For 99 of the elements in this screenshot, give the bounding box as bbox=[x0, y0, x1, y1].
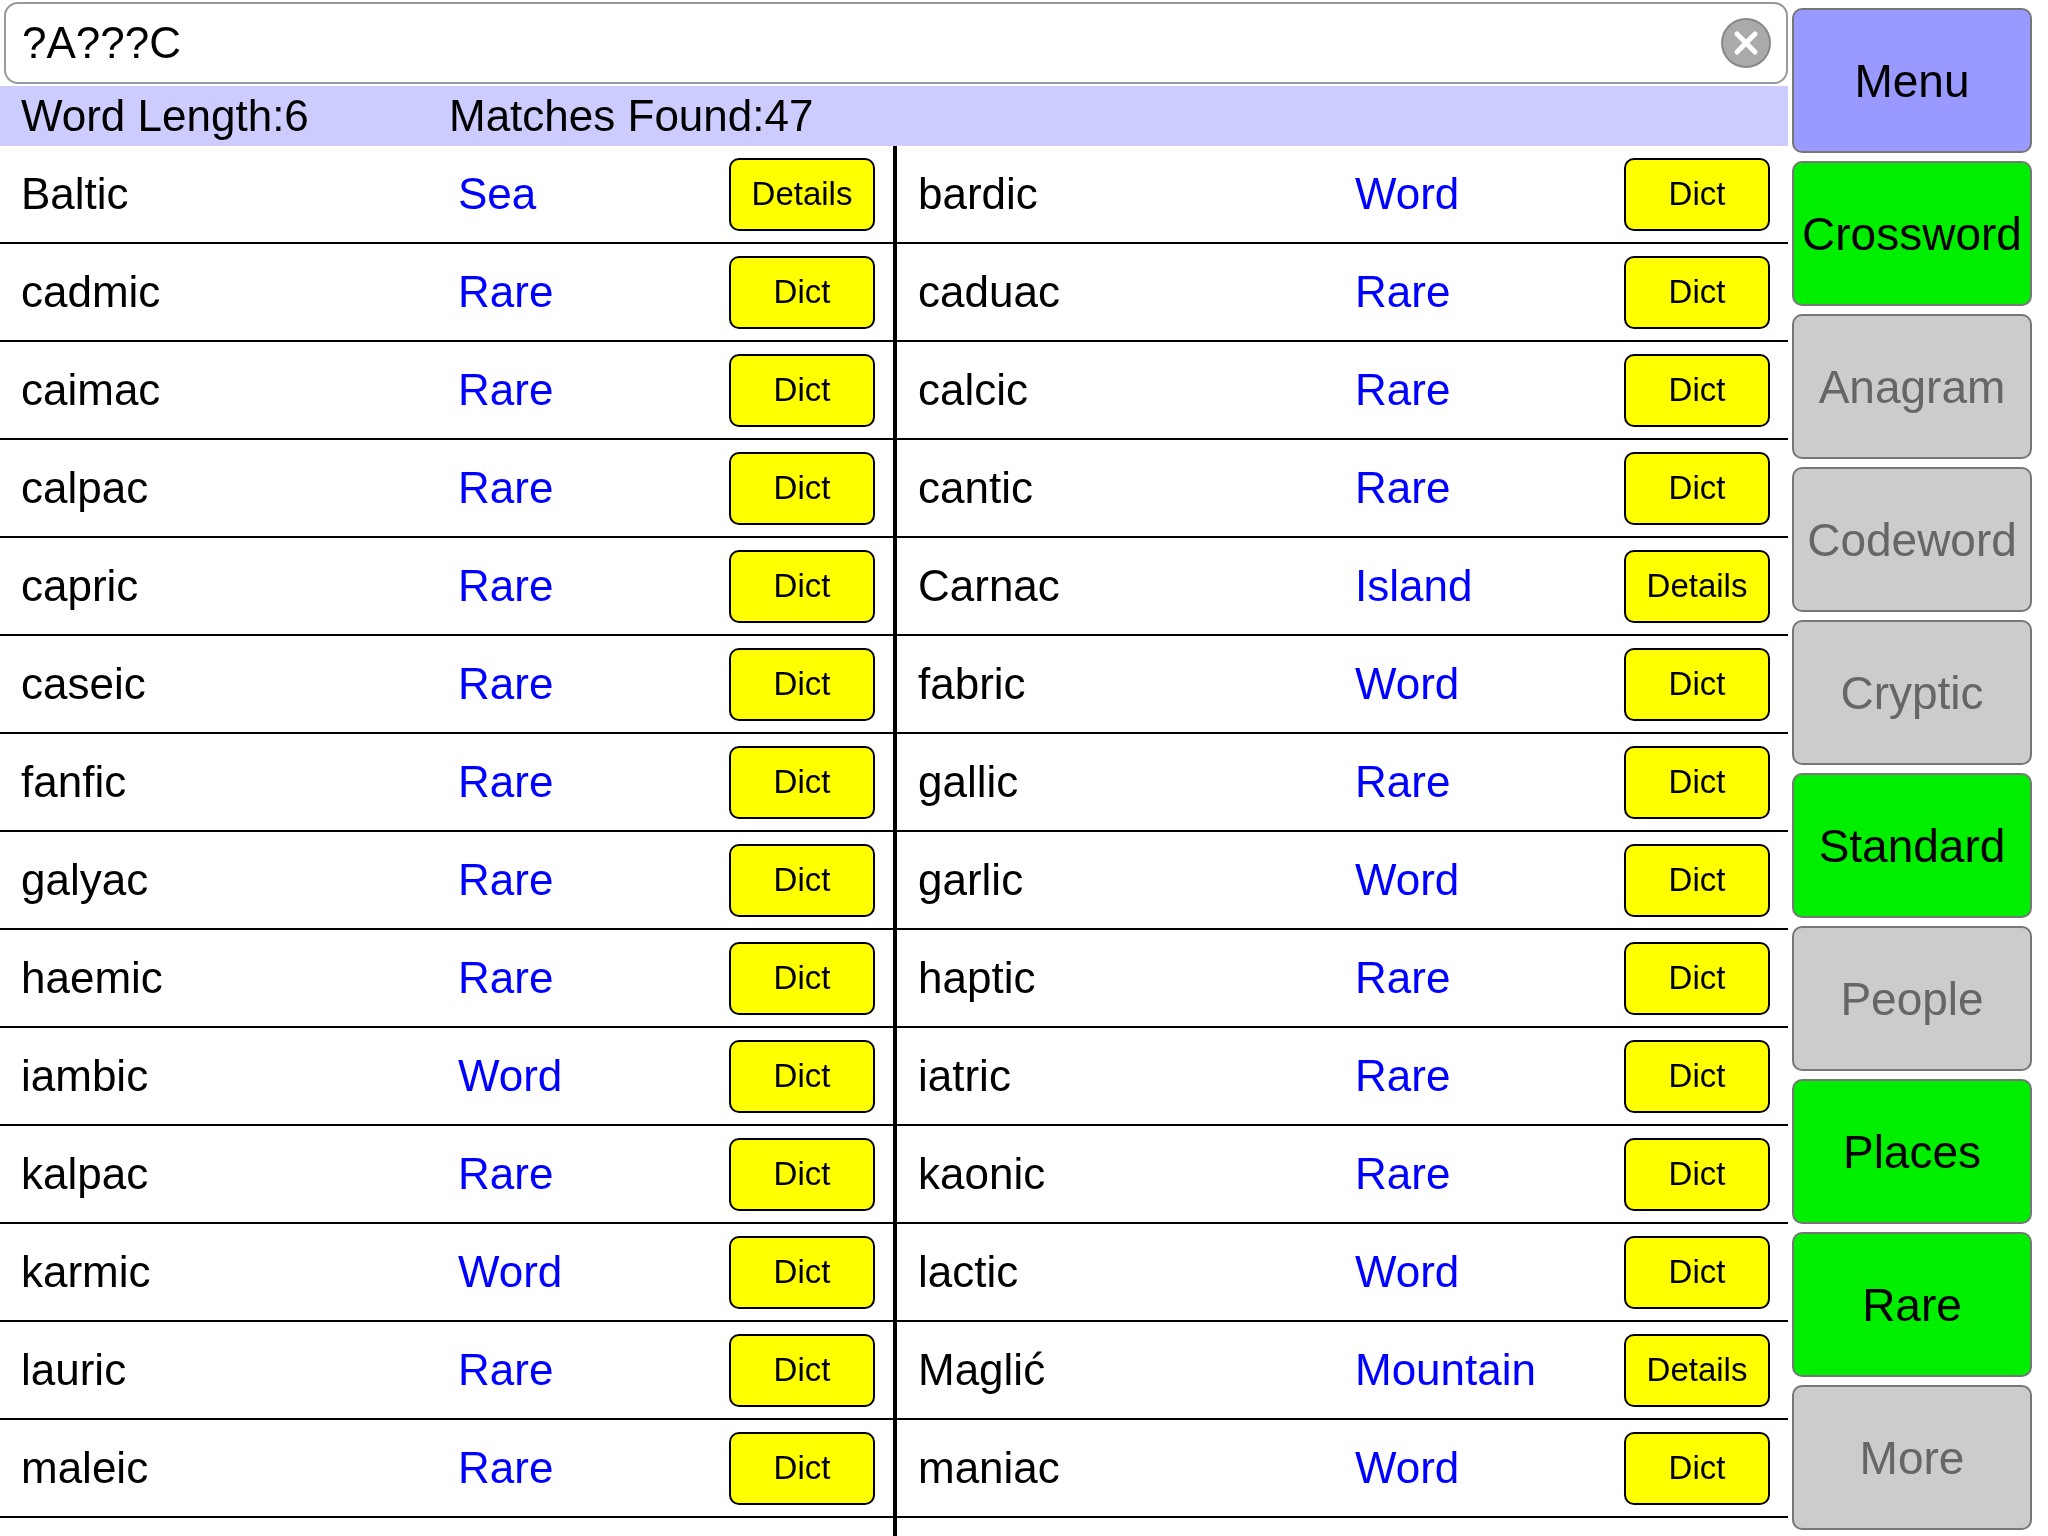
action-button[interactable]: Dict bbox=[1624, 255, 1770, 329]
category-text: Rare bbox=[458, 953, 555, 1003]
action-button[interactable]: Dict bbox=[729, 745, 875, 819]
word-text: calcic bbox=[918, 365, 1030, 415]
action-button[interactable]: Dict bbox=[729, 1039, 875, 1113]
sidebar-button[interactable]: More bbox=[1792, 1385, 2032, 1530]
category-text: Rare bbox=[1355, 463, 1452, 513]
action-button[interactable]: Details bbox=[1624, 549, 1770, 623]
sidebar-button[interactable]: Places bbox=[1792, 1079, 2032, 1224]
word-text: lauric bbox=[21, 1345, 128, 1395]
action-button[interactable]: Details bbox=[1624, 1333, 1770, 1407]
category-text: Rare bbox=[1355, 365, 1452, 415]
action-button[interactable]: Dict bbox=[729, 255, 875, 329]
action-button[interactable]: Dict bbox=[729, 647, 875, 721]
word-text: capric bbox=[21, 561, 140, 611]
action-button[interactable]: Dict bbox=[1624, 843, 1770, 917]
word-text: caimac bbox=[21, 365, 162, 415]
category-text: Rare bbox=[1355, 953, 1452, 1003]
category-text: Rare bbox=[1355, 1149, 1452, 1199]
category-text: Rare bbox=[458, 1149, 555, 1199]
category-text: Mountain bbox=[1355, 1345, 1537, 1395]
category-text: Rare bbox=[458, 561, 555, 611]
word-text: Baltic bbox=[21, 169, 130, 219]
category-text: Word bbox=[1355, 169, 1461, 219]
category-text: Sea bbox=[458, 169, 538, 219]
word-text: caduac bbox=[918, 267, 1061, 317]
action-button[interactable]: Dict bbox=[729, 843, 875, 917]
category-text: Rare bbox=[458, 757, 555, 807]
action-button[interactable]: Dict bbox=[1624, 353, 1770, 427]
action-button[interactable]: Dict bbox=[1624, 157, 1770, 231]
search-field[interactable]: ?A???C bbox=[20, 17, 1720, 69]
sidebar-button[interactable]: Crossword bbox=[1792, 161, 2032, 306]
category-text: Island bbox=[1355, 561, 1474, 611]
category-text: Rare bbox=[1355, 267, 1452, 317]
action-button[interactable]: Dict bbox=[1624, 1431, 1770, 1505]
category-text: Word bbox=[458, 1247, 564, 1297]
word-text: calpac bbox=[21, 463, 150, 513]
word-text: haptic bbox=[918, 953, 1037, 1003]
category-text: Word bbox=[1355, 855, 1461, 905]
word-text: galyac bbox=[21, 855, 150, 905]
word-length-text: Word Length:6 bbox=[21, 91, 310, 141]
category-text: Rare bbox=[458, 365, 555, 415]
category-text: Rare bbox=[458, 1345, 555, 1395]
category-text: Word bbox=[1355, 659, 1461, 709]
sidebar-button[interactable]: Anagram bbox=[1792, 314, 2032, 459]
matches-text: Matches Found:47 bbox=[449, 91, 814, 141]
clear-icon[interactable] bbox=[1720, 17, 1772, 69]
word-text: maniac bbox=[918, 1443, 1061, 1493]
word-text: lactic bbox=[918, 1247, 1020, 1297]
action-button[interactable]: Dict bbox=[729, 1235, 875, 1309]
action-button[interactable]: Dict bbox=[1624, 1137, 1770, 1211]
word-text: gallic bbox=[918, 757, 1020, 807]
sidebar-button[interactable]: Rare bbox=[1792, 1232, 2032, 1377]
action-button[interactable]: Dict bbox=[729, 1431, 875, 1505]
word-text: cadmic bbox=[21, 267, 162, 317]
action-button[interactable]: Dict bbox=[729, 549, 875, 623]
category-text: Rare bbox=[458, 855, 555, 905]
word-text: maleic bbox=[21, 1443, 150, 1493]
category-text: Word bbox=[1355, 1443, 1461, 1493]
category-text: Rare bbox=[458, 1443, 555, 1493]
word-text: iambic bbox=[21, 1051, 150, 1101]
sidebar-button[interactable]: Cryptic bbox=[1792, 620, 2032, 765]
action-button[interactable]: Dict bbox=[1624, 745, 1770, 819]
word-text: cantic bbox=[918, 463, 1034, 513]
word-text: fabric bbox=[918, 659, 1027, 709]
action-button[interactable]: Dict bbox=[729, 451, 875, 525]
action-button[interactable]: Dict bbox=[729, 1137, 875, 1211]
category-text: Rare bbox=[458, 267, 555, 317]
action-button[interactable]: Dict bbox=[1624, 1235, 1770, 1309]
action-button[interactable]: Dict bbox=[1624, 941, 1770, 1015]
action-button[interactable]: Details bbox=[729, 157, 875, 231]
word-text: Carnac bbox=[918, 561, 1061, 611]
action-button[interactable]: Dict bbox=[729, 1333, 875, 1407]
search-field[interactable]: ?A???C bbox=[4, 2, 1788, 84]
sidebar-button[interactable]: People bbox=[1792, 926, 2032, 1071]
sidebar-button[interactable]: Menu bbox=[1792, 8, 2032, 153]
word-text: Maglić bbox=[918, 1345, 1047, 1395]
sidebar-button[interactable]: Codeword bbox=[1792, 467, 2032, 612]
word-text: haemic bbox=[21, 953, 164, 1003]
category-text: Rare bbox=[1355, 1051, 1452, 1101]
category-text: Rare bbox=[458, 463, 555, 513]
action-button[interactable]: Dict bbox=[729, 353, 875, 427]
action-button[interactable]: Dict bbox=[1624, 451, 1770, 525]
sidebar-button[interactable]: Standard bbox=[1792, 773, 2032, 918]
category-text: Rare bbox=[458, 659, 555, 709]
word-text: caseic bbox=[21, 659, 147, 709]
category-text: Word bbox=[1355, 1247, 1461, 1297]
word-text: garlic bbox=[918, 855, 1025, 905]
category-text: Word bbox=[458, 1051, 564, 1101]
action-button[interactable]: Dict bbox=[1624, 1039, 1770, 1113]
word-text: fanfic bbox=[21, 757, 128, 807]
action-button[interactable]: Dict bbox=[729, 941, 875, 1015]
word-text: kaonic bbox=[918, 1149, 1047, 1199]
word-text: kalpac bbox=[21, 1149, 150, 1199]
word-text: iatric bbox=[918, 1051, 1012, 1101]
action-button[interactable]: Dict bbox=[1624, 647, 1770, 721]
word-text: bardic bbox=[918, 169, 1039, 219]
category-text: Rare bbox=[1355, 757, 1452, 807]
word-text: karmic bbox=[21, 1247, 152, 1297]
